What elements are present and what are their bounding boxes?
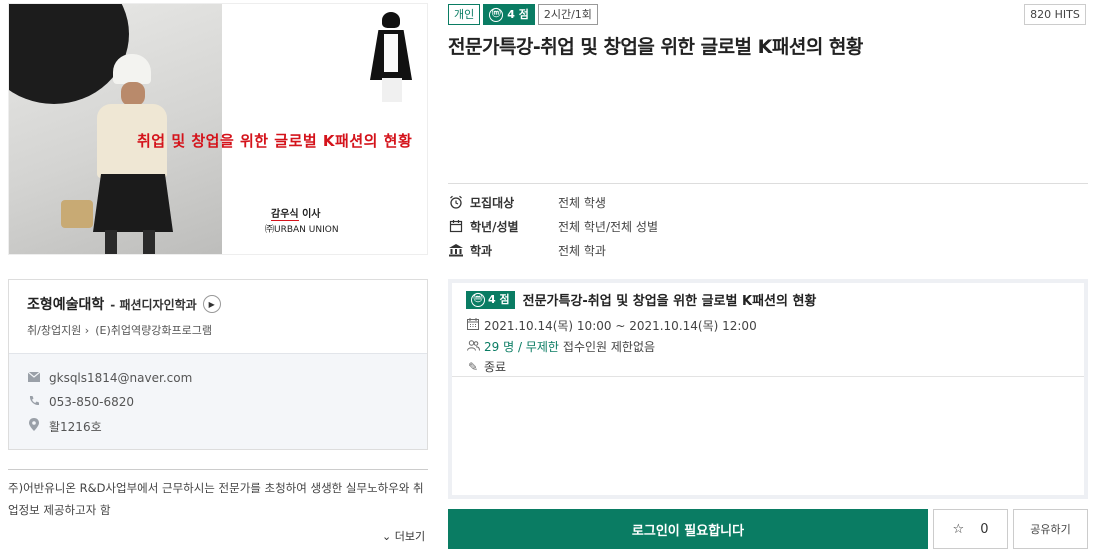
- program-link[interactable]: (E)취업역량강화프로그램: [95, 322, 212, 338]
- program-poster: 취업 및 창업을 위한 글로벌 K패션의 현황 감우식 이사 ㈜URBAN UN…: [8, 3, 428, 255]
- phone-text: 053-850-6820: [49, 395, 135, 409]
- department-name: 조형예술대학 - 패션디자인학과 ▶: [27, 294, 409, 314]
- category-link[interactable]: 취/창업지원 ›: [27, 322, 89, 338]
- share-button[interactable]: 공유하기: [1013, 509, 1088, 549]
- session-title: 전문가특강-취업 및 창업을 위한 글로벌 K패션의 현황: [522, 294, 817, 309]
- info-row-department: 학과 전체 학과: [448, 238, 658, 262]
- pencil-icon: ✎: [467, 359, 479, 374]
- info-label: 모집대상: [470, 195, 515, 210]
- page-title: 전문가특강-취업 및 창업을 위한 글로벌 K패션의 현황: [448, 36, 863, 58]
- info-value: 전체 학과: [558, 243, 606, 258]
- calendar-icon: [466, 318, 480, 333]
- session-points-badge: ⓜ 4 점: [466, 290, 515, 309]
- session-datetime: 2021.10.14(목) 10:00 ~ 2021.10.14(목) 12:0…: [466, 317, 757, 334]
- users-icon: [466, 339, 480, 354]
- info-row-target: 모집대상 전체 학생: [448, 190, 658, 214]
- capacity-value: 29 명 / 무제한: [484, 340, 559, 354]
- info-value: 전체 학생: [558, 195, 606, 210]
- poster-speaker-name: 감우식: [271, 209, 299, 221]
- chevron-down-icon: ⌄: [382, 530, 392, 543]
- session-status: ✎ 종료: [467, 359, 507, 375]
- email-text[interactable]: gksqls1814@naver.com: [49, 371, 192, 385]
- mileage-icon: ⓜ: [471, 292, 485, 307]
- capacity-note: 접수인원 제한없음: [562, 340, 656, 354]
- type-badge: 개인: [448, 4, 481, 25]
- session-card: ⓜ 4 점 전문가특강-취업 및 창업을 위한 글로벌 K패션의 현황 2021.…: [448, 279, 1088, 499]
- points-value: 4 점: [507, 8, 529, 21]
- favorite-count: 0: [980, 521, 989, 537]
- info-value: 전체 학년/전체 성별: [558, 219, 658, 234]
- star-icon: ☆: [952, 521, 965, 537]
- mail-icon: [27, 371, 41, 385]
- hits-badge: 820 HITS: [1024, 4, 1086, 25]
- department-header: 조형예술대학 - 패션디자인학과 ▶ 취/창업지원 › (E)취업역량강화프로그…: [9, 280, 427, 352]
- poster-speaker-org: ㈜URBAN UNION: [265, 225, 339, 235]
- department-card: 조형예술대학 - 패션디자인학과 ▶ 취/창업지원 › (E)취업역량강화프로그…: [8, 279, 428, 450]
- alarm-clock-icon: [448, 194, 464, 210]
- contact-location: 활1216호: [27, 414, 409, 438]
- info-row-grade: 학년/성별 전체 학년/전체 성별: [448, 214, 658, 238]
- poster-speaker-role: 이사: [302, 209, 321, 220]
- more-button[interactable]: ⌄ 더보기: [382, 528, 425, 544]
- login-required-button[interactable]: 로그인이 필요합니다: [448, 509, 928, 549]
- divider: [448, 183, 1088, 184]
- session-capacity: 29 명 / 무제한 접수인원 제한없음: [466, 338, 655, 355]
- program-badges: 개인 ⓜ 4 점 2시간/1회: [448, 4, 598, 25]
- calendar-icon: [448, 218, 464, 234]
- divider: [452, 376, 1084, 377]
- divider: [8, 469, 428, 470]
- info-label: 학과: [470, 243, 493, 258]
- points-badge: ⓜ 4 점: [483, 4, 535, 25]
- map-pin-icon: [27, 418, 41, 434]
- play-icon[interactable]: ▶: [202, 295, 221, 313]
- breadcrumb: 취/창업지원 › (E)취업역량강화프로그램: [27, 322, 409, 338]
- program-info: 모집대상 전체 학생 학년/성별 전체 학년/전체 성별 학과 전체 학과: [448, 190, 658, 262]
- contact-phone: 053-850-6820: [27, 390, 409, 414]
- poster-headline: 취업 및 창업을 위한 글로벌 K패션의 현황: [137, 132, 413, 150]
- phone-icon: [27, 395, 41, 410]
- building-icon: [448, 242, 464, 258]
- contact-info: gksqls1814@naver.com 053-850-6820 활1216호: [9, 353, 427, 449]
- favorite-button[interactable]: ☆ 0: [933, 509, 1008, 549]
- college-name: 조형예술대학: [27, 297, 105, 313]
- poster-speaker: 감우식 이사: [271, 205, 321, 221]
- contact-email: gksqls1814@naver.com: [27, 366, 409, 390]
- mileage-icon: ⓜ: [489, 7, 504, 22]
- poster-model-figure: [364, 12, 419, 102]
- location-text: 활1216호: [49, 419, 102, 434]
- program-description: 주)어반유니온 R&D사업부에서 근무하시는 전문가를 초청하여 생생한 실무노…: [8, 481, 424, 517]
- info-label: 학년/성별: [470, 219, 519, 234]
- session-title-row: ⓜ 4 점 전문가특강-취업 및 창업을 위한 글로벌 K패션의 현황: [466, 290, 816, 309]
- department-label: - 패션디자인학과: [110, 297, 197, 312]
- duration-badge: 2시간/1회: [537, 4, 598, 25]
